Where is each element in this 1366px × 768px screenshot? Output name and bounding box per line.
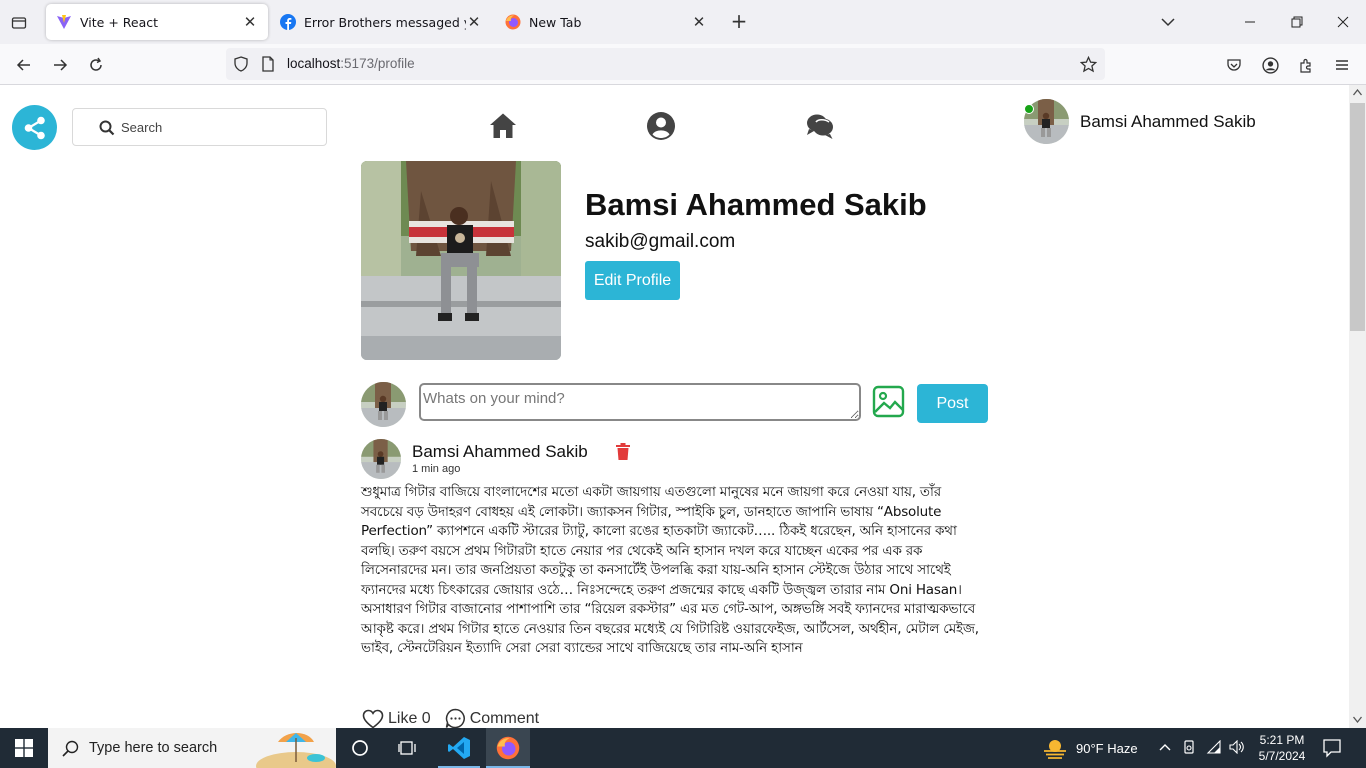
volume-icon[interactable]	[1228, 738, 1246, 756]
scroll-up-arrow-icon[interactable]	[1353, 89, 1362, 96]
close-icon[interactable]: ✕	[466, 13, 482, 31]
chevron-down-icon[interactable]	[1158, 12, 1178, 32]
scrollbar-thumb[interactable]	[1350, 103, 1365, 331]
page-viewport: Bamsi Ahammed Sakib Bamsi Ahamme	[0, 85, 1349, 728]
tab-title: New Tab	[529, 14, 582, 30]
clock-date: 5/7/2024	[1258, 749, 1306, 763]
facebook-icon	[280, 14, 296, 30]
tab-title: Vite + React	[80, 14, 159, 30]
chat-icon[interactable]	[805, 111, 835, 141]
composer-avatar	[361, 382, 406, 427]
post-actions: Like 0 Comment	[362, 708, 553, 728]
post-button[interactable]: Post	[917, 384, 988, 423]
new-tab-button[interactable]: +	[728, 11, 750, 33]
menu-icon[interactable]	[1330, 53, 1354, 77]
windows-start-icon[interactable]	[9, 733, 39, 763]
cortana-icon[interactable]	[345, 733, 375, 763]
wifi-icon[interactable]	[1205, 738, 1223, 756]
extensions-icon[interactable]	[1294, 53, 1318, 77]
trash-icon[interactable]	[616, 443, 630, 460]
share-logo-icon[interactable]	[12, 105, 57, 150]
page-scrollbar[interactable]	[1349, 85, 1366, 728]
image-upload-icon[interactable]	[872, 385, 905, 418]
post-composer-input[interactable]	[419, 383, 861, 421]
tab-title: Error Brothers messaged you	[304, 14, 466, 30]
task-view-icon[interactable]	[393, 733, 423, 763]
taskbar-search-box[interactable]: Type here to search	[48, 728, 336, 768]
taskbar-clock[interactable]: 5:21 PM 5/7/2024	[1250, 732, 1314, 764]
profile-name: Bamsi Ahammed Sakib	[585, 187, 927, 222]
windows-taskbar: Type here to search 90°F Haze 5:21 PM 5/…	[0, 728, 1366, 768]
firefox-icon[interactable]	[493, 733, 523, 763]
tab-strip: Vite + React ✕ Error Brothers messaged y…	[0, 0, 1366, 44]
taskbar-search-placeholder: Type here to search	[89, 740, 218, 756]
close-icon[interactable]: ✕	[242, 13, 258, 31]
back-button[interactable]	[12, 53, 36, 77]
weather-text: 90°F Haze	[1076, 740, 1138, 756]
reload-button[interactable]	[84, 53, 108, 77]
haze-sun-icon	[1044, 740, 1066, 759]
post-timestamp: 1 min ago	[412, 463, 461, 475]
forward-button[interactable]	[48, 53, 72, 77]
post-body-text: শুধুমাত্র গিটার বাজিয়ে বাংলাদেশের মতো এ…	[361, 484, 979, 656]
search-icon	[99, 120, 115, 136]
chevron-up-icon[interactable]	[1156, 738, 1174, 756]
search-icon	[62, 740, 79, 757]
tab-new-tab[interactable]: New Tab ✕	[495, 4, 717, 40]
vite-icon	[57, 15, 71, 29]
notification-icon[interactable]	[1322, 738, 1342, 758]
beach-illustration-icon	[256, 733, 336, 768]
comment-label: Comment	[469, 709, 540, 727]
minimize-button[interactable]	[1238, 10, 1262, 34]
like-label: Like 0	[388, 709, 431, 727]
like-button[interactable]: Like 0	[362, 709, 431, 729]
account-icon[interactable]	[1258, 53, 1282, 77]
profile-email: sakib@gmail.com	[585, 231, 736, 252]
profile-photo	[361, 161, 561, 360]
home-icon[interactable]	[488, 111, 518, 141]
post-author-name[interactable]: Bamsi Ahammed Sakib	[412, 442, 588, 462]
profile-icon[interactable]	[646, 111, 676, 141]
url-bar[interactable]: localhost:5173/profile	[226, 48, 1105, 80]
search-input[interactable]	[121, 119, 321, 135]
navigation-bar: localhost:5173/profile	[0, 44, 1366, 85]
restore-button[interactable]	[1285, 10, 1309, 34]
weather-widget[interactable]: 90°F Haze	[1042, 737, 1138, 759]
pocket-icon[interactable]	[1222, 53, 1246, 77]
scroll-down-arrow-icon[interactable]	[1353, 716, 1362, 723]
heart-icon	[362, 709, 384, 728]
device-icon[interactable]	[1180, 738, 1198, 756]
tab-error-brothers[interactable]: Error Brothers messaged you ✕	[270, 4, 492, 40]
tab-list-icon[interactable]	[8, 12, 30, 34]
edit-profile-button[interactable]: Edit Profile	[585, 261, 680, 300]
user-menu[interactable]: Bamsi Ahammed Sakib	[1024, 99, 1256, 144]
search-box[interactable]	[72, 108, 327, 146]
post-author-avatar[interactable]	[361, 439, 401, 479]
close-window-button[interactable]	[1331, 10, 1355, 34]
online-status-indicator	[1024, 104, 1034, 114]
page-icon[interactable]	[261, 56, 275, 72]
bookmark-star-icon[interactable]	[1080, 56, 1097, 73]
tab-vite-react[interactable]: Vite + React ✕	[46, 4, 268, 40]
shield-icon[interactable]	[233, 56, 249, 72]
comment-button[interactable]: Comment	[445, 708, 539, 728]
vscode-icon[interactable]	[444, 733, 474, 763]
url-text[interactable]: localhost:5173/profile	[287, 56, 415, 71]
current-user-name: Bamsi Ahammed Sakib	[1080, 111, 1256, 131]
close-icon[interactable]: ✕	[691, 13, 707, 31]
clock-time: 5:21 PM	[1259, 733, 1305, 747]
firefox-icon	[505, 14, 521, 30]
comment-icon	[445, 708, 465, 728]
